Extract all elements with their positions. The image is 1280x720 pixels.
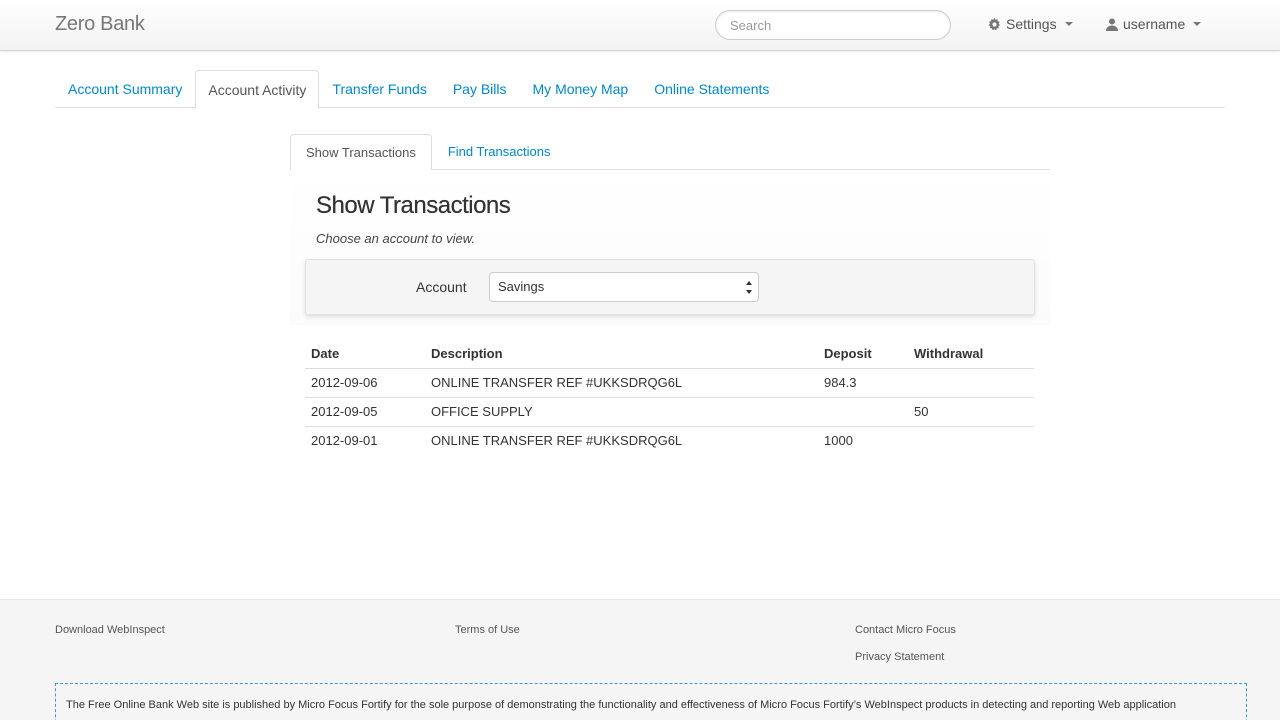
tab-find-transactions[interactable]: Find Transactions (432, 134, 567, 170)
header-date: Date (305, 340, 425, 369)
download-webinspect-link[interactable]: Download WebInspect (55, 624, 165, 636)
cell-description: ONLINE TRANSFER REF #UKKSDRQG6L (431, 433, 683, 449)
sub-tabs: Show Transactions Find Transactions (290, 134, 1050, 171)
tab-account-summary[interactable]: Account Summary (55, 70, 195, 108)
user-icon (1106, 18, 1118, 31)
select-arrows-icon (745, 281, 753, 295)
disclaimer-text: The Free Online Bank Web site is publish… (66, 699, 1176, 711)
top-navbar: Zero Bank Settings username (0, 0, 1280, 51)
table-row: 2012-09-01 ONLINE TRANSFER REF #UKKSDRQG… (305, 426, 1034, 455)
cell-description: ONLINE TRANSFER REF #UKKSDRQG6L (425, 368, 818, 398)
table-row: 2012-09-05 OFFICE SUPPLY 50 (305, 397, 1034, 427)
cell-deposit (818, 397, 908, 427)
page-title: Show Transactions (316, 192, 511, 219)
tab-account-activity[interactable]: Account Activity (195, 70, 320, 109)
chevron-down-icon (1064, 22, 1073, 26)
cell-deposit: 1000 (824, 433, 853, 449)
header-description: Description (425, 340, 818, 369)
cell-withdrawal (908, 368, 1034, 398)
username-label: username (1123, 16, 1186, 32)
table-header-row: Date Description Deposit Withdrawal (305, 340, 1034, 369)
header-deposit: Deposit (818, 340, 908, 369)
account-select-value: Savings (498, 279, 545, 294)
cell-date: 2012-09-01 (311, 433, 378, 449)
cell-withdrawal (908, 426, 1034, 455)
cell-date: 2012-09-05 (305, 397, 425, 427)
chevron-down-icon (1193, 22, 1202, 26)
terms-of-use-link[interactable]: Terms of Use (455, 624, 520, 636)
cell-withdrawal: 50 (908, 397, 1034, 427)
table-row: 2012-09-06 ONLINE TRANSFER REF #UKKSDRQG… (305, 368, 1034, 398)
tab-my-money-map[interactable]: My Money Map (520, 70, 642, 108)
gear-icon (988, 17, 1001, 30)
tab-show-transactions[interactable]: Show Transactions (290, 134, 432, 171)
page-subtitle: Choose an account to view. (316, 231, 475, 246)
cell-description: OFFICE SUPPLY (425, 397, 818, 427)
settings-dropdown[interactable]: Settings (988, 16, 1073, 32)
tab-transfer-funds[interactable]: Transfer Funds (319, 70, 439, 108)
tab-pay-bills[interactable]: Pay Bills (440, 70, 520, 108)
cell-date: 2012-09-06 (305, 368, 425, 398)
header-withdrawal: Withdrawal (908, 340, 1034, 369)
tab-online-statements[interactable]: Online Statements (641, 70, 782, 108)
settings-label: Settings (1006, 16, 1057, 32)
main-tabs: Account Summary Account Activity Transfe… (55, 70, 1225, 109)
brand-logo[interactable]: Zero Bank (55, 13, 145, 36)
user-dropdown[interactable]: username (1106, 16, 1202, 32)
account-label: Account (416, 279, 467, 295)
search-input[interactable] (715, 10, 951, 40)
disclaimer-box: The Free Online Bank Web site is publish… (55, 683, 1247, 720)
contact-link[interactable]: Contact Micro Focus (855, 624, 956, 636)
cell-deposit: 984.3 (818, 368, 908, 398)
privacy-statement-link[interactable]: Privacy Statement (855, 651, 944, 663)
transactions-table: Date Description Deposit Withdrawal 2012… (305, 340, 1034, 455)
account-select[interactable]: Savings (489, 272, 759, 302)
